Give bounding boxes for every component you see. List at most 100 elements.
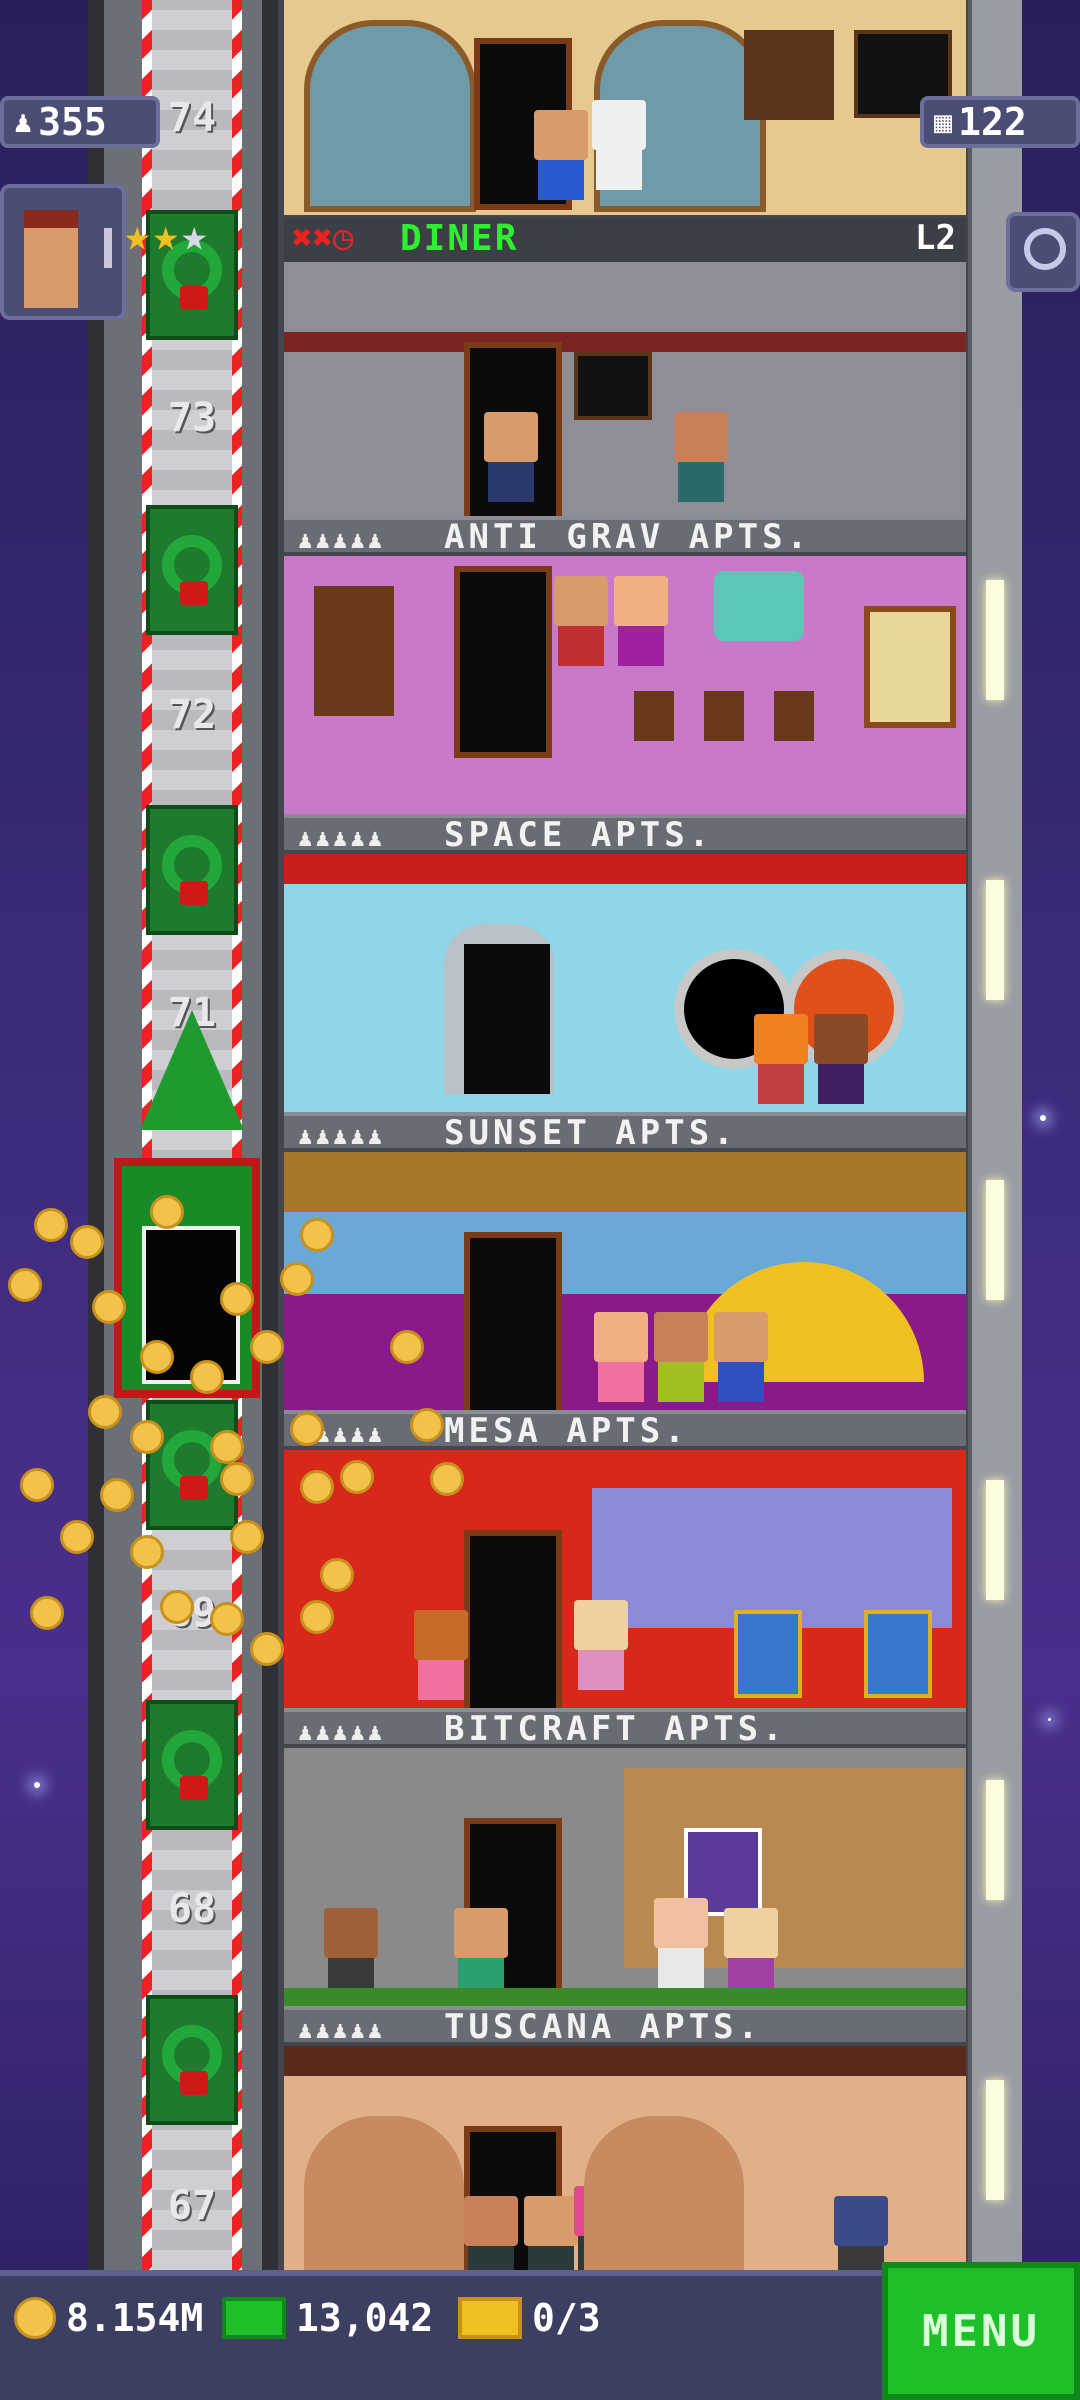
floor-label-bitcraft[interactable]: ♟♟♟♟♟ BITCRAFT APTS. — [284, 1708, 966, 1749]
coins-value: 8.154M — [66, 2296, 204, 2340]
coins-counter[interactable]: 8.154M — [14, 2296, 203, 2340]
bux-counter[interactable]: 13,042 — [222, 2296, 433, 2340]
floor-label-sunset[interactable]: ♟♟♟♟♟ SUNSET APTS. — [284, 1112, 966, 1153]
bitizen[interactable] — [654, 1898, 708, 1988]
diner-level: L2 — [915, 218, 956, 258]
arched-alcove — [304, 2116, 464, 2270]
floor-name: SUNSET APTS. — [444, 1113, 738, 1153]
floor-number-73: 73 — [167, 395, 217, 441]
bitizen[interactable] — [714, 1312, 768, 1402]
elevator-car[interactable] — [114, 1158, 260, 1398]
bitizen-cowboy[interactable] — [414, 1610, 468, 1700]
floor-mesa-room[interactable] — [284, 1152, 966, 1410]
bitizen-green-cap[interactable] — [534, 110, 588, 200]
room-door — [464, 1232, 562, 1410]
bitizen[interactable] — [834, 2196, 888, 2270]
armchair — [734, 1610, 802, 1698]
floors-count-value: 122 — [958, 100, 1027, 144]
window-light — [986, 580, 1004, 700]
floor-space-room[interactable] — [284, 556, 966, 814]
star-gold-icon: ★ — [152, 210, 180, 261]
bitizen[interactable] — [484, 412, 538, 502]
bitizen[interactable] — [464, 2196, 518, 2270]
bitizen[interactable] — [454, 1908, 508, 1998]
floor-label-space[interactable]: ♟♟♟♟♟ SPACE APTS. — [284, 814, 966, 855]
floors-counter[interactable]: ▦ 122 — [920, 96, 1080, 148]
floor-anti-grav-room[interactable] — [284, 262, 966, 516]
floor-name: TUSCANA APTS. — [444, 2007, 763, 2047]
bitizen[interactable] — [654, 1312, 708, 1402]
residents-icons: ♟♟♟♟♟ — [298, 2016, 386, 2044]
window-light — [986, 880, 1004, 1000]
floor-label-mesa[interactable]: ♟♟♟♟♟ MESA APTS. — [284, 1410, 966, 1451]
floor-number-68: 68 — [167, 1886, 217, 1932]
bitizen-chef[interactable] — [592, 100, 646, 190]
floor-label-anti-grav[interactable]: ♟♟♟♟♟ ANTI GRAV APTS. — [284, 516, 966, 557]
tower-right-column — [968, 0, 1022, 2270]
floor-name: SPACE APTS. — [444, 815, 714, 855]
floor-diner-room[interactable] — [284, 0, 966, 215]
wreath-tile — [146, 805, 238, 935]
bitizen[interactable] — [814, 1014, 868, 1104]
floor-number-72: 72 — [167, 692, 217, 738]
wreath-tile — [146, 1400, 238, 1530]
floor-name: ANTI GRAV APTS. — [444, 517, 812, 557]
picture-frame — [634, 691, 674, 741]
arched-alcove — [584, 2116, 744, 2270]
visitor-portrait-button[interactable] — [0, 184, 126, 320]
bitizen[interactable] — [554, 576, 608, 666]
residents-icons: ♟♟♟♟♟ — [298, 526, 386, 554]
menu-button[interactable]: MENU — [882, 2262, 1080, 2400]
population-value: 355 — [38, 100, 107, 144]
floor-name: MESA APTS. — [444, 1411, 689, 1451]
bux-icon — [222, 2297, 286, 2339]
residents-icons: ♟♟♟♟♟ — [298, 1718, 386, 1746]
population-counter[interactable]: ♟ 355 — [0, 96, 160, 148]
shaft-rail-right — [262, 0, 278, 2270]
arched-window — [304, 20, 476, 212]
bitizen[interactable] — [324, 1908, 378, 1998]
floor-sunset-room[interactable] — [284, 854, 966, 1112]
floor-bitcraft-room[interactable] — [284, 1450, 966, 1708]
ceiling-stripe — [284, 854, 966, 884]
residents-icons: ♟♟♟♟♟ — [298, 824, 386, 852]
tickets-value: 0/3 — [532, 2296, 601, 2340]
bow-icon — [180, 286, 208, 310]
room-door — [464, 944, 550, 1094]
floor-label-tuscana[interactable]: ♟♟♟♟♟ TUSCANA APTS. — [284, 2006, 966, 2047]
armchair — [714, 571, 804, 641]
bitizen[interactable] — [594, 1312, 648, 1402]
floor-67-room[interactable] — [284, 2046, 966, 2270]
picture-frame — [704, 691, 744, 741]
wreath-tile — [146, 1700, 238, 1830]
ceiling-beam — [284, 2046, 966, 2076]
grass-floor — [284, 1988, 966, 2006]
floor-number-74: 74 — [167, 95, 217, 141]
tickets-counter[interactable]: 0/3 — [458, 2296, 601, 2340]
avatar — [24, 210, 78, 308]
diner-status-icons: ✖✖◷ — [292, 218, 354, 258]
bitizen-hardhat[interactable] — [754, 1014, 808, 1104]
window — [864, 606, 956, 728]
background-star — [34, 1782, 40, 1788]
wreath-tile — [146, 1995, 238, 2125]
diner-status-bar[interactable]: ✖✖◷ DINER L2 6M — [284, 218, 966, 300]
ticket-icon — [458, 2297, 522, 2339]
window-light — [986, 1480, 1004, 1600]
bitizen-bearded[interactable] — [674, 412, 728, 502]
floor-number-67: 67 — [167, 2183, 217, 2229]
christmas-tree-icon — [140, 1010, 244, 1130]
window-light — [986, 2080, 1004, 2200]
bow-icon — [180, 1476, 208, 1500]
bitizen[interactable] — [574, 1600, 628, 1690]
alert-icon — [104, 228, 112, 268]
wall-stripe — [284, 332, 966, 352]
bitizen[interactable] — [724, 1908, 778, 1998]
floor-tuscana-room[interactable] — [284, 1748, 966, 2006]
bow-icon — [180, 2071, 208, 2095]
bitizen[interactable] — [614, 576, 668, 666]
bitizen[interactable] — [524, 2196, 578, 2270]
population-icon: ♟ — [14, 104, 33, 140]
wooden-beams — [284, 1152, 966, 1212]
zoom-button[interactable] — [1006, 212, 1080, 292]
